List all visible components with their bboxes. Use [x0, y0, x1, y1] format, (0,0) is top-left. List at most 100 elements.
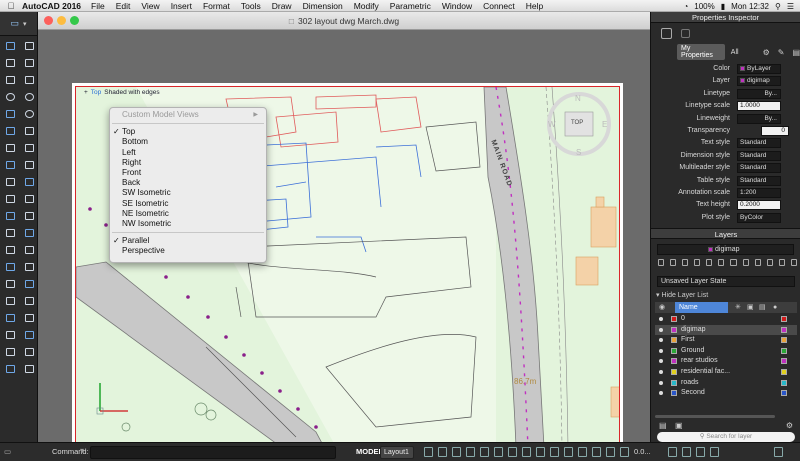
layer-color-swatch[interactable] — [671, 368, 677, 375]
linetype-scale-input[interactable]: 1.0000 — [737, 101, 781, 112]
current-layer-select[interactable]: digimap — [657, 244, 794, 255]
otrack-toggle-icon[interactable] — [494, 447, 503, 457]
freeze-column-icon[interactable]: ✳ — [735, 302, 741, 313]
line-tool-icon[interactable] — [2, 73, 18, 87]
wifi-icon[interactable]: ◔ — [683, 2, 688, 11]
layer-color-swatch-2[interactable] — [781, 368, 787, 375]
extend-tool-icon[interactable] — [2, 226, 18, 240]
layer-on-icon[interactable] — [659, 369, 663, 374]
boundary-tool-icon[interactable] — [2, 362, 18, 376]
pan-tool-icon[interactable] — [21, 39, 37, 53]
text-height-input[interactable]: 0.2000 — [737, 200, 781, 211]
dimension-tool-icon[interactable] — [21, 141, 37, 155]
fullscreen-icon[interactable] — [774, 447, 783, 457]
text-style-select[interactable]: Standard — [737, 138, 781, 149]
notification-icon[interactable]: ☰ — [787, 2, 794, 11]
explode-tool-icon[interactable] — [2, 260, 18, 274]
layer-search-input[interactable]: ⚲ Search for layer — [657, 432, 795, 442]
layer-on-icon[interactable] — [659, 327, 663, 332]
layer-merge-icon[interactable] — [766, 259, 773, 266]
layer-unlock-icon[interactable] — [718, 259, 725, 266]
transparency-input[interactable]: 0 — [761, 125, 789, 136]
layer-on-icon[interactable] — [659, 380, 663, 385]
new-layer-icon[interactable]: ▤ — [659, 421, 667, 430]
viewport-menu-plus[interactable]: + — [84, 89, 88, 96]
layer-color-swatch[interactable] — [671, 316, 677, 322]
battery-text[interactable]: 100% — [694, 2, 714, 11]
select-objects-icon[interactable]: ✎ — [778, 48, 785, 57]
layer-on-icon[interactable] — [659, 317, 663, 321]
quick-select-icon[interactable]: ⚙ — [763, 48, 770, 57]
layer-color-swatch[interactable] — [671, 390, 677, 397]
join-tool-icon[interactable] — [2, 277, 18, 291]
layer-on-icon[interactable] — [659, 359, 663, 364]
toggle-pickadd-icon[interactable]: ▤ — [792, 48, 800, 57]
layer-unisolate-icon[interactable] — [670, 259, 677, 266]
collapse-icon[interactable]: ▭ — [4, 447, 11, 456]
color-column-icon[interactable]: ● — [773, 302, 777, 313]
close-window-icon[interactable] — [44, 16, 53, 25]
inspector-settings-icon[interactable] — [681, 29, 690, 38]
block-tool-icon[interactable] — [2, 294, 18, 308]
hatch-tool-icon[interactable] — [2, 124, 18, 138]
selection-cycling-icon[interactable] — [536, 447, 545, 457]
view-item-left[interactable]: Left — [110, 148, 266, 158]
view-item-ne-isometric[interactable]: NE Isometric — [110, 209, 266, 219]
table-style-select[interactable]: Standard — [737, 175, 781, 186]
layer-walk-icon[interactable] — [754, 259, 761, 266]
viewport-controls[interactable]: + Top Shaded with edges — [84, 89, 160, 96]
hardware-acceleration-icon[interactable] — [682, 447, 691, 457]
layer-list-scrollbar[interactable] — [655, 415, 775, 418]
table-tool-icon[interactable] — [21, 328, 37, 342]
layer-row[interactable]: digimap — [655, 324, 797, 336]
snap-toggle-icon[interactable] — [438, 447, 447, 457]
layer-on-icon[interactable] — [659, 338, 663, 343]
erase-tool-icon[interactable] — [2, 175, 18, 189]
inspector-view-icon[interactable] — [661, 28, 672, 39]
trim-tool-icon[interactable] — [21, 209, 37, 223]
view-item-front[interactable]: Front — [110, 168, 266, 178]
layer-color-swatch-2[interactable] — [781, 337, 787, 344]
layer-match-icon[interactable] — [730, 259, 737, 266]
isolate-objects-icon[interactable] — [668, 447, 677, 457]
layer-lock-icon[interactable] — [706, 259, 713, 266]
view-control[interactable]: Top — [91, 89, 101, 96]
annotation-scale-select[interactable]: 1:200 — [737, 187, 781, 198]
view-item-back[interactable]: Back — [110, 178, 266, 188]
grid-toggle-icon[interactable] — [424, 447, 433, 457]
layer-on-icon[interactable] — [659, 348, 663, 353]
spotlight-icon[interactable]: ⚲ — [775, 2, 781, 11]
units-display[interactable]: 0.0... — [634, 447, 651, 456]
insert-block-icon[interactable] — [21, 294, 37, 308]
layer-color-swatch-2[interactable] — [781, 390, 787, 397]
layer-row[interactable]: roads — [655, 378, 797, 389]
layer-off-icon[interactable] — [682, 259, 689, 266]
lock-column-icon[interactable]: ▣ — [747, 302, 754, 313]
gradient-tool-icon[interactable] — [21, 124, 37, 138]
layer-color-swatch[interactable] — [671, 326, 677, 333]
menu-file[interactable]: File — [91, 1, 105, 11]
visibility-column-icon[interactable]: ◉ — [659, 302, 665, 313]
layer-state-select[interactable]: Unsaved Layer State — [657, 276, 795, 287]
layer-states-icon[interactable] — [790, 259, 797, 266]
menu-format[interactable]: Format — [203, 1, 230, 11]
chamfer-tool-icon[interactable] — [2, 243, 18, 257]
menu-insert[interactable]: Insert — [171, 1, 192, 11]
viewcube-south[interactable]: S — [576, 148, 581, 157]
stretch-tool-icon[interactable] — [21, 260, 37, 274]
polyline-tool-icon[interactable] — [21, 73, 37, 87]
layer-row[interactable]: Second — [655, 388, 797, 399]
move-tool-icon[interactable] — [2, 158, 18, 172]
lineweight-select[interactable]: By... — [737, 113, 781, 124]
dimension-style-select[interactable]: Standard — [737, 150, 781, 161]
region-tool-icon[interactable] — [21, 345, 37, 359]
layer-color-swatch[interactable] — [671, 379, 677, 386]
rotate-tool-icon[interactable] — [21, 175, 37, 189]
name-column-header[interactable]: Name — [675, 302, 728, 313]
projection-item-parallel[interactable]: ✓ Parallel — [110, 236, 266, 246]
rectangle-tool-icon[interactable] — [2, 107, 18, 121]
view-item-right[interactable]: Right — [110, 158, 266, 168]
view-item-nw-isometric[interactable]: NW Isometric — [110, 219, 266, 229]
mirror-tool-icon[interactable] — [21, 192, 37, 206]
menu-help[interactable]: Help — [526, 1, 543, 11]
